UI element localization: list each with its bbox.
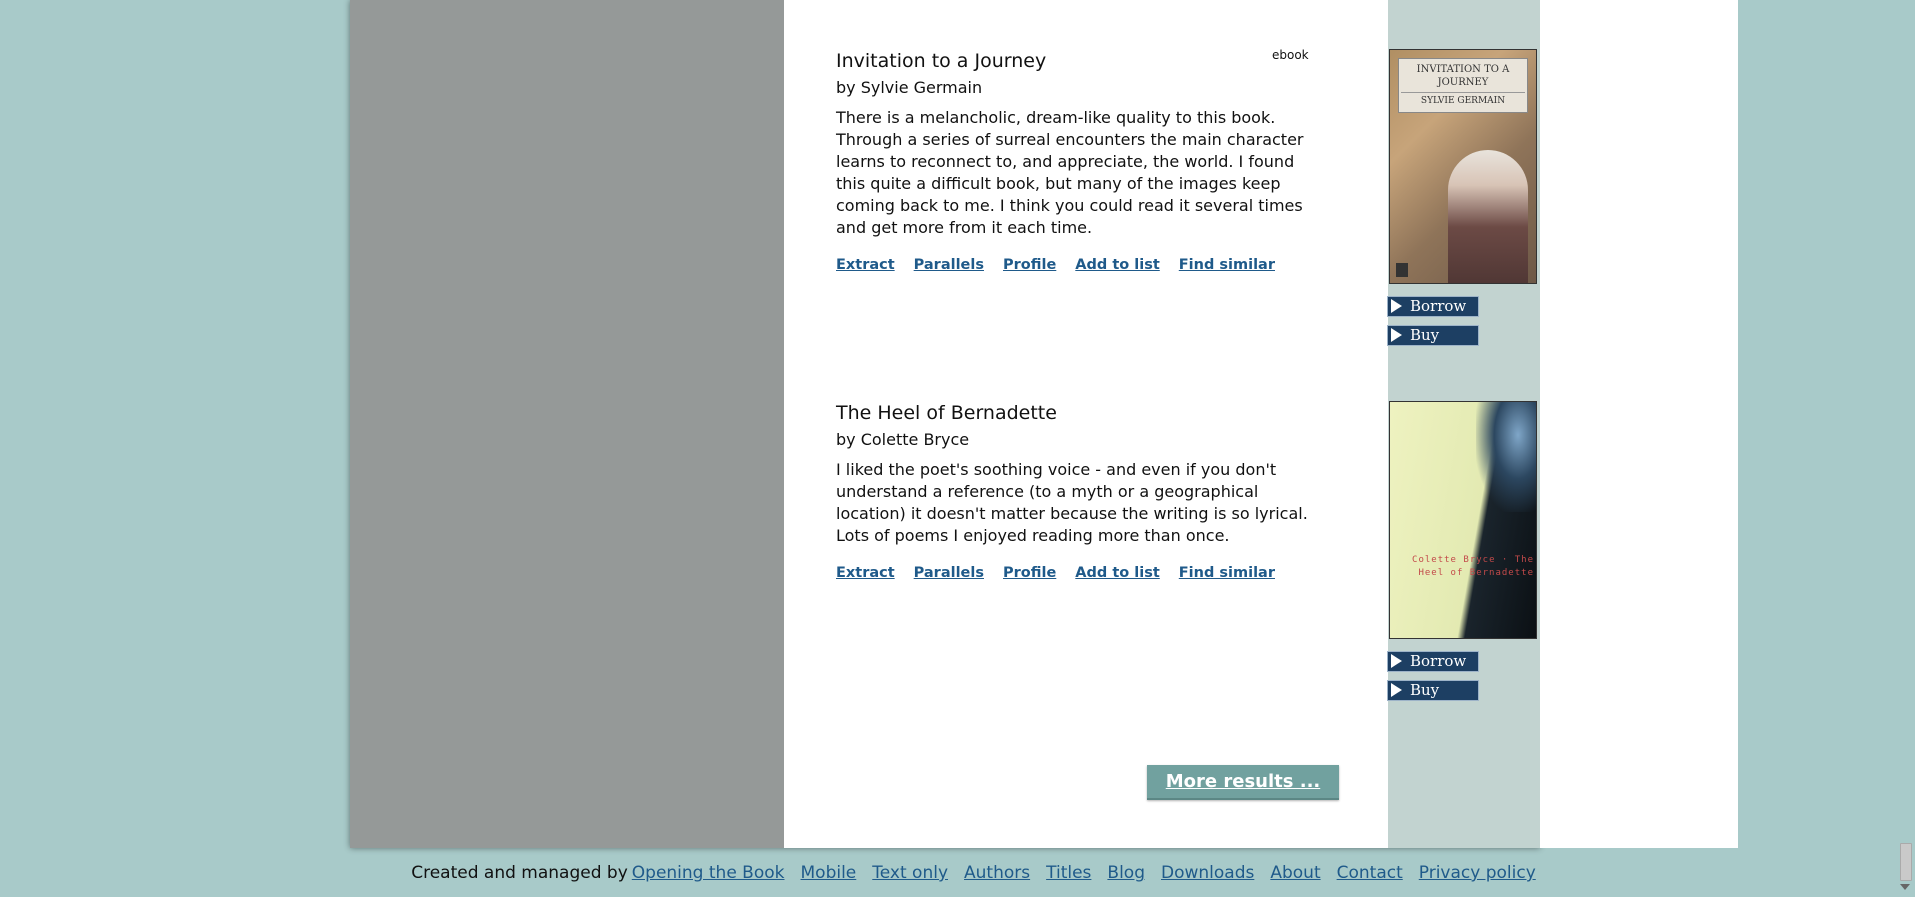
footer: Created and managed by Opening the Book Mo… [0, 863, 1915, 883]
book-description: I liked the poet's soothing voice - and … [836, 460, 1308, 545]
footer-link-about[interactable]: About [1270, 863, 1320, 883]
vertical-scrollbar[interactable] [1895, 0, 1915, 897]
footer-link-blog[interactable]: Blog [1107, 863, 1145, 883]
book-title: Invitation to a Journey [836, 50, 1047, 72]
add-to-list-link[interactable]: Add to list [1075, 257, 1159, 273]
book-entry: Invitation to a Journey by Sylvie Germai… [836, 50, 1316, 273]
find-similar-link[interactable]: Find similar [1179, 257, 1275, 273]
buy-button[interactable]: Buy [1387, 325, 1479, 346]
profile-link[interactable]: Profile [1003, 565, 1056, 581]
created-by-text: Created and managed by [411, 863, 628, 883]
book-links: Extract Parallels Profile Add to list Find s… [836, 257, 1316, 273]
borrow-button[interactable]: Borrow [1387, 296, 1479, 317]
profile-link[interactable]: Profile [1003, 257, 1056, 273]
book-cover[interactable]: INVITATION TO A JOURNEY SYLVIE GERMAIN [1389, 49, 1537, 284]
format-badge: ebook [1272, 48, 1309, 62]
add-to-list-link[interactable]: Add to list [1075, 565, 1159, 581]
page-container: Invitation to a Journey by Sylvie Germai… [350, 0, 1738, 848]
left-column [350, 0, 784, 848]
footer-link-opening-the-book[interactable]: Opening the Book [632, 863, 785, 883]
play-arrow-icon [1391, 683, 1402, 697]
borrow-button[interactable]: Borrow [1387, 651, 1479, 672]
footer-link-privacy-policy[interactable]: Privacy policy [1419, 863, 1536, 883]
footer-link-authors[interactable]: Authors [964, 863, 1030, 883]
buy-button[interactable]: Buy [1387, 680, 1479, 701]
extract-link[interactable]: Extract [836, 565, 895, 581]
book-author: by Sylvie Germain [836, 78, 983, 97]
extract-link[interactable]: Extract [836, 257, 895, 273]
book-links: Extract Parallels Profile Add to list Find s… [836, 565, 1316, 581]
play-arrow-icon [1391, 328, 1402, 342]
scroll-down-arrow-icon[interactable] [1900, 884, 1910, 890]
footer-link-downloads[interactable]: Downloads [1161, 863, 1254, 883]
find-similar-link[interactable]: Find similar [1179, 565, 1275, 581]
book-cover[interactable]: Colette Bryce · The Heel of Bernadette [1389, 401, 1537, 639]
cover-figure [1448, 150, 1528, 283]
book-title: The Heel of Bernadette [836, 402, 1057, 424]
play-arrow-icon [1391, 654, 1402, 668]
book-author: by Colette Bryce [836, 430, 970, 449]
parallels-link[interactable]: Parallels [914, 257, 984, 273]
play-arrow-icon [1391, 299, 1402, 313]
book-description: There is a melancholic, dream-like quali… [836, 108, 1304, 237]
cover-hair [1476, 402, 1536, 512]
more-results-button[interactable]: More results ... [1147, 765, 1339, 800]
cover-title: Colette Bryce · The Heel of Bernadette [1412, 555, 1534, 578]
footer-link-titles[interactable]: Titles [1046, 863, 1091, 883]
book-entry: The Heel of Bernadette by Colette Bryce … [836, 402, 1316, 581]
publisher-logo [1396, 263, 1408, 277]
parallels-link[interactable]: Parallels [914, 565, 984, 581]
scrollbar-thumb[interactable] [1900, 843, 1912, 881]
cover-title: INVITATION TO A JOURNEY SYLVIE GERMAIN [1398, 58, 1528, 113]
footer-link-contact[interactable]: Contact [1337, 863, 1403, 883]
footer-link-mobile[interactable]: Mobile [801, 863, 857, 883]
footer-link-text-only[interactable]: Text only [872, 863, 948, 883]
